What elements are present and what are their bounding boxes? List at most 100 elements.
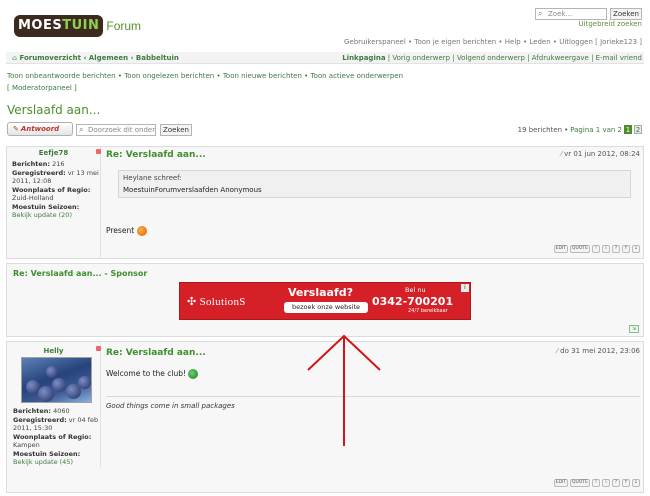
info-button[interactable]: i bbox=[602, 245, 610, 253]
search-icon: ⌕ bbox=[538, 9, 543, 18]
topic-search-input[interactable]: ⌕ Doorzoek dit onderwerp... bbox=[76, 124, 156, 136]
logo-text-accent: TUIN bbox=[62, 18, 100, 33]
post-body: Present bbox=[106, 226, 135, 235]
season-label: Moestuin Seizoen: bbox=[13, 449, 81, 458]
post-author[interactable]: Helly bbox=[7, 347, 100, 355]
tool-previous-topic[interactable]: Vorig onderwerp bbox=[392, 54, 450, 62]
post-author[interactable]: Eefje78 bbox=[7, 149, 100, 157]
reply-label: Antwoord bbox=[20, 125, 60, 133]
user-menu-help[interactable]: Help bbox=[505, 38, 521, 46]
logo-suffix: Forum bbox=[106, 19, 142, 33]
user-menu-own-posts[interactable]: Toon je eigen berichten bbox=[414, 38, 496, 46]
tool-next-topic[interactable]: Volgend onderwerp bbox=[457, 54, 525, 62]
breadcrumb: ⌂ Forumoverzicht ‹ Algemeen ‹ Babbeltuin bbox=[12, 54, 179, 62]
post-text: Welcome to the club! bbox=[106, 369, 199, 379]
ad-phone: 0342-700201 bbox=[372, 295, 454, 308]
search-placeholder: Zoek... bbox=[548, 10, 573, 18]
help-button[interactable]: ? bbox=[612, 479, 620, 487]
expand-icon[interactable]: ⇲ bbox=[629, 325, 639, 333]
tool-email-friend[interactable]: E-mail vriend bbox=[596, 54, 642, 62]
post-profile-info: Berichten: 4060 Geregistreerd: vr 04 feb… bbox=[13, 407, 101, 467]
search-input[interactable]: ⌕ Zoek... bbox=[535, 8, 607, 20]
location-label: Woonplaats of Regio: bbox=[12, 185, 91, 194]
user-menu-members[interactable]: Leden bbox=[529, 38, 550, 46]
location-value: Zuid-Holland bbox=[12, 194, 54, 202]
user-menu-logout[interactable]: Uitloggen [ Jorieke123 ] bbox=[559, 38, 642, 46]
location-label: Woonplaats of Regio: bbox=[13, 432, 92, 441]
registered-label: Geregistreerd: bbox=[12, 168, 66, 177]
post-body: Welcome to the club! bbox=[106, 369, 187, 378]
bottom-button[interactable]: ↓ bbox=[632, 479, 640, 487]
post-actions: EDIT QUOTE ! i ? ↑ ↓ bbox=[553, 479, 640, 487]
report-button[interactable]: ! bbox=[592, 245, 600, 253]
edit-button[interactable]: EDIT bbox=[553, 245, 569, 253]
breadcrumb-general[interactable]: Algemeen bbox=[89, 54, 128, 62]
page-1[interactable]: 1 bbox=[624, 125, 632, 134]
post-date: ⁄ vr 01 jun 2012, 08:24 bbox=[561, 150, 640, 158]
ad-cta-button[interactable]: bezoek onze website bbox=[284, 302, 368, 313]
season-update-link[interactable]: Bekijk update (20) bbox=[12, 211, 100, 220]
post-date-text: vr 01 jun 2012, 08:24 bbox=[564, 150, 640, 158]
post-actions: EDIT QUOTE ! i ? ↑ ↓ bbox=[553, 245, 640, 253]
post-date: ⁄ do 31 mei 2012, 23:06 bbox=[557, 347, 640, 355]
signature: Good things come in small packages bbox=[106, 402, 235, 410]
posts-label: Berichten: bbox=[12, 160, 51, 168]
topic-title[interactable]: Verslaafd aan... bbox=[7, 103, 100, 117]
pagination: 19 berichten • Pagina 1 van 2 1 2 bbox=[517, 125, 642, 134]
link-unread[interactable]: Toon ongelezen berichten bbox=[124, 72, 214, 80]
post-profile: Eefje78 Berichten: 216 Geregistreerd: vr… bbox=[7, 147, 101, 258]
report-icon[interactable] bbox=[96, 346, 101, 351]
link-new[interactable]: Toon nieuwe berichten bbox=[223, 72, 302, 80]
top-button[interactable]: ↑ bbox=[622, 479, 630, 487]
avatar-berry bbox=[78, 376, 91, 389]
posts-label: Berichten: bbox=[13, 407, 52, 415]
report-button[interactable]: ! bbox=[592, 479, 600, 487]
moderator-panel-link[interactable]: [ Moderatorpaneel ] bbox=[7, 84, 77, 92]
tool-link-page[interactable]: Linkpagina bbox=[342, 54, 385, 62]
search-icon: ⌕ bbox=[79, 125, 84, 134]
post bbox=[6, 146, 644, 259]
link-active[interactable]: Toon actieve onderwerpen bbox=[310, 72, 403, 80]
quick-links: Toon onbeantwoorde berichten • Toon onge… bbox=[7, 72, 404, 80]
ad-info-icon[interactable]: i bbox=[461, 284, 469, 292]
posts-count: 4060 bbox=[53, 407, 70, 415]
posts-count: 216 bbox=[52, 160, 65, 168]
forum-logo[interactable]: MOESTUIN Forum bbox=[14, 13, 141, 39]
quote-text: MoestuinForumverslaafden Anonymous bbox=[123, 186, 262, 194]
quote-button[interactable]: QUOTE bbox=[570, 479, 590, 487]
post-title[interactable]: Re: Verslaafd aan... bbox=[106, 348, 206, 358]
topic-search-placeholder: Doorzoek dit onderwerp... bbox=[88, 126, 156, 134]
season-update-link[interactable]: Bekijk update (45) bbox=[13, 458, 101, 467]
post-link-icon[interactable]: ⁄ bbox=[561, 150, 562, 158]
smiley-icon bbox=[136, 226, 147, 236]
sponsor-title: Re: Verslaafd aan... - Sponsor bbox=[13, 269, 148, 278]
reply-button[interactable]: ✎ Antwoord bbox=[7, 122, 73, 136]
page-2[interactable]: 2 bbox=[634, 125, 642, 134]
post-date-text: do 31 mei 2012, 23:06 bbox=[560, 347, 640, 355]
quote-button[interactable]: QUOTE bbox=[570, 245, 590, 253]
sponsor-ad-banner[interactable]: ✣ SolutionS Verslaafd? bezoek onze websi… bbox=[179, 282, 471, 320]
post-title[interactable]: Re: Verslaafd aan... bbox=[106, 150, 206, 160]
info-button[interactable]: i bbox=[602, 479, 610, 487]
top-button[interactable]: ↑ bbox=[622, 245, 630, 253]
edit-button[interactable]: EDIT bbox=[553, 479, 569, 487]
post-link-icon[interactable]: ⁄ bbox=[557, 347, 558, 355]
user-menu-control-panel[interactable]: Gebruikerspaneel bbox=[344, 38, 406, 46]
ad-logo-text: SolutionS bbox=[199, 296, 246, 308]
link-unanswered[interactable]: Toon onbeantwoorde berichten bbox=[7, 72, 116, 80]
breadcrumb-forum-index[interactable]: Forumoverzicht bbox=[19, 54, 81, 62]
topic-search-button[interactable]: Zoeken bbox=[160, 124, 192, 136]
bottom-button[interactable]: ↓ bbox=[632, 245, 640, 253]
tool-print-view[interactable]: Afdrukweergave bbox=[532, 54, 589, 62]
smiley-icon bbox=[188, 369, 199, 379]
search-button[interactable]: Zoeken bbox=[610, 8, 642, 20]
report-icon[interactable] bbox=[96, 149, 101, 154]
location-value: Kampen bbox=[13, 441, 40, 449]
avatar-berry bbox=[52, 378, 66, 392]
logo-badge: MOESTUIN bbox=[14, 15, 104, 37]
avatar bbox=[21, 357, 92, 403]
page-label[interactable]: Pagina 1 van 2 bbox=[570, 126, 622, 134]
advanced-search-link[interactable]: Uitgebreid zoeken bbox=[579, 20, 642, 28]
help-button[interactable]: ? bbox=[612, 245, 620, 253]
breadcrumb-babbeltuin[interactable]: Babbeltuin bbox=[136, 54, 179, 62]
